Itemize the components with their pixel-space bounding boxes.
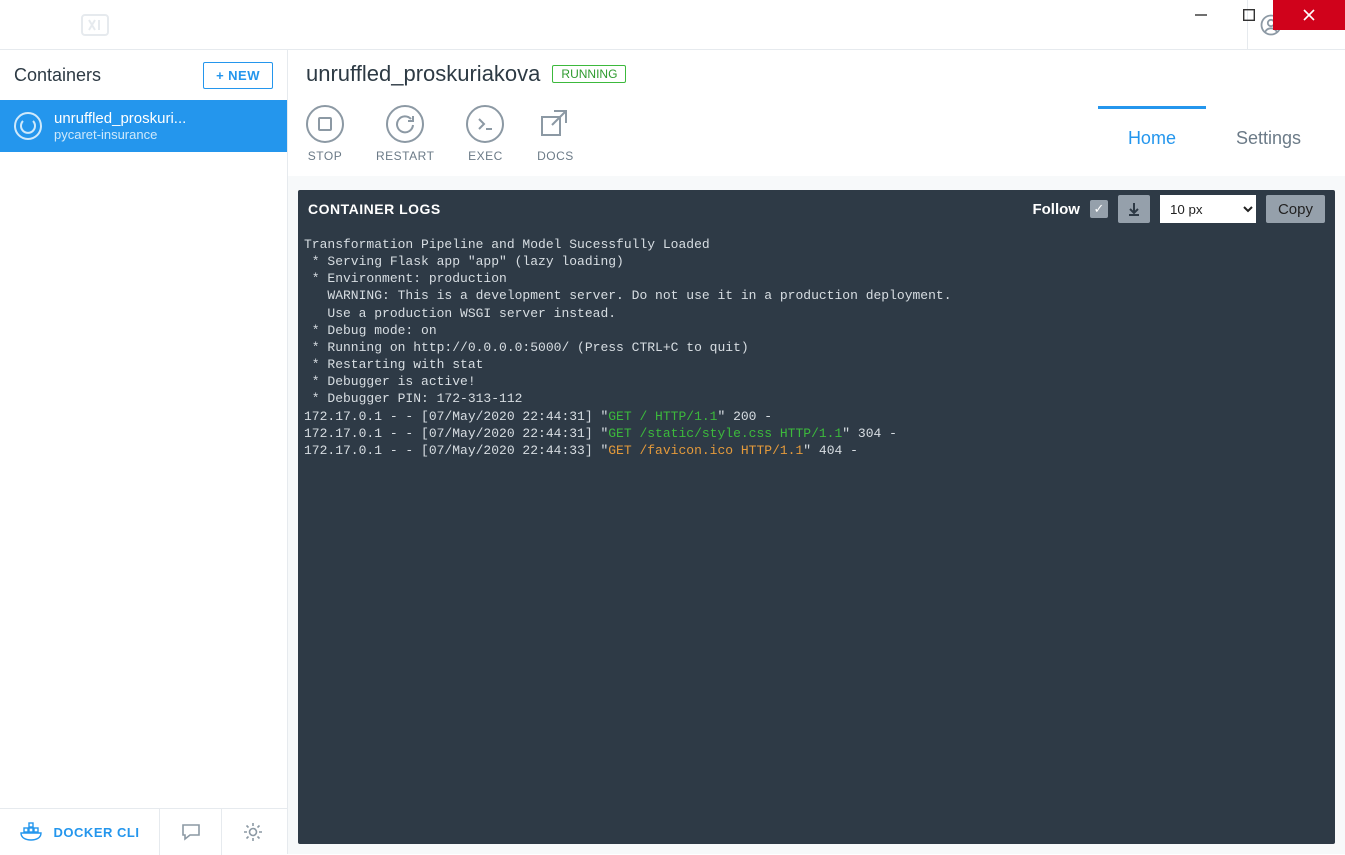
container-running-icon (14, 112, 42, 140)
logs-output[interactable]: Transformation Pipeline and Model Sucess… (298, 228, 1335, 844)
settings-button[interactable] (222, 809, 284, 855)
log-line: * Debugger PIN: 172-313-112 (304, 390, 1329, 407)
restart-icon (395, 114, 415, 134)
log-line: 172.17.0.1 - - [07/May/2020 22:44:31] "G… (304, 408, 1329, 425)
scroll-to-bottom-button[interactable] (1118, 195, 1150, 223)
status-badge: RUNNING (552, 65, 626, 83)
docker-cli-label: DOCKER CLI (54, 825, 140, 840)
gear-icon (242, 821, 264, 843)
log-line: 172.17.0.1 - - [07/May/2020 22:44:31] "G… (304, 425, 1329, 442)
sidebar: Containers NEW unruffled_proskuri... pyc… (0, 50, 288, 854)
window-minimize-button[interactable] (1177, 0, 1225, 30)
restart-label: RESTART (376, 149, 434, 163)
log-font-size-select[interactable]: 10 px (1160, 195, 1256, 223)
log-line: * Serving Flask app "app" (lazy loading) (304, 253, 1329, 270)
container-logs-panel: CONTAINER LOGS Follow ✓ 10 px Copy Trans… (298, 190, 1335, 844)
logs-panel-title: CONTAINER LOGS (308, 201, 441, 217)
log-line: 172.17.0.1 - - [07/May/2020 22:44:33] "G… (304, 442, 1329, 459)
log-line: * Debug mode: on (304, 322, 1329, 339)
log-line: Use a production WSGI server instead. (304, 305, 1329, 322)
stop-label: STOP (308, 149, 342, 163)
docs-button[interactable]: DOCS (536, 105, 574, 163)
window-close-button[interactable] (1273, 0, 1345, 30)
docker-icon (20, 822, 44, 842)
minimize-icon (1194, 8, 1208, 22)
exec-button[interactable]: EXEC (466, 105, 504, 163)
restart-button[interactable]: RESTART (376, 105, 434, 163)
maximize-icon (1243, 9, 1255, 21)
log-line: * Environment: production (304, 270, 1329, 287)
terminal-icon (476, 115, 494, 133)
sidebar-container-item[interactable]: unruffled_proskuri... pycaret-insurance (0, 100, 287, 152)
kitematic-logo-icon (81, 14, 109, 36)
log-line: WARNING: This is a development server. D… (304, 287, 1329, 304)
log-line: * Debugger is active! (304, 373, 1329, 390)
window-maximize-button[interactable] (1225, 0, 1273, 30)
stop-icon (318, 117, 332, 131)
docker-cli-button[interactable]: DOCKER CLI (0, 809, 160, 855)
feedback-button[interactable] (160, 809, 222, 855)
new-button-label: NEW (228, 68, 260, 83)
exec-label: EXEC (468, 149, 503, 163)
docs-label: DOCS (537, 149, 574, 163)
new-container-button[interactable]: NEW (203, 62, 273, 89)
chat-icon (180, 821, 202, 843)
app-logo (0, 0, 190, 50)
log-line: * Running on http://0.0.0.0:5000/ (Press… (304, 339, 1329, 356)
tab-settings[interactable]: Settings (1206, 106, 1331, 171)
external-link-icon (537, 106, 573, 142)
page-title: unruffled_proskuriakova (306, 61, 540, 87)
log-line: * Restarting with stat (304, 356, 1329, 373)
follow-label: Follow (1032, 201, 1080, 218)
copy-logs-button[interactable]: Copy (1266, 195, 1325, 223)
container-name: unruffled_proskuri... (54, 110, 186, 127)
download-arrow-icon (1126, 201, 1142, 217)
close-icon (1302, 8, 1316, 22)
stop-button[interactable]: STOP (306, 105, 344, 163)
log-line: Transformation Pipeline and Model Sucess… (304, 236, 1329, 253)
follow-checkbox[interactable]: ✓ (1090, 200, 1108, 218)
tab-home[interactable]: Home (1098, 106, 1206, 171)
container-image-name: pycaret-insurance (54, 127, 186, 142)
sidebar-title: Containers (14, 65, 101, 86)
